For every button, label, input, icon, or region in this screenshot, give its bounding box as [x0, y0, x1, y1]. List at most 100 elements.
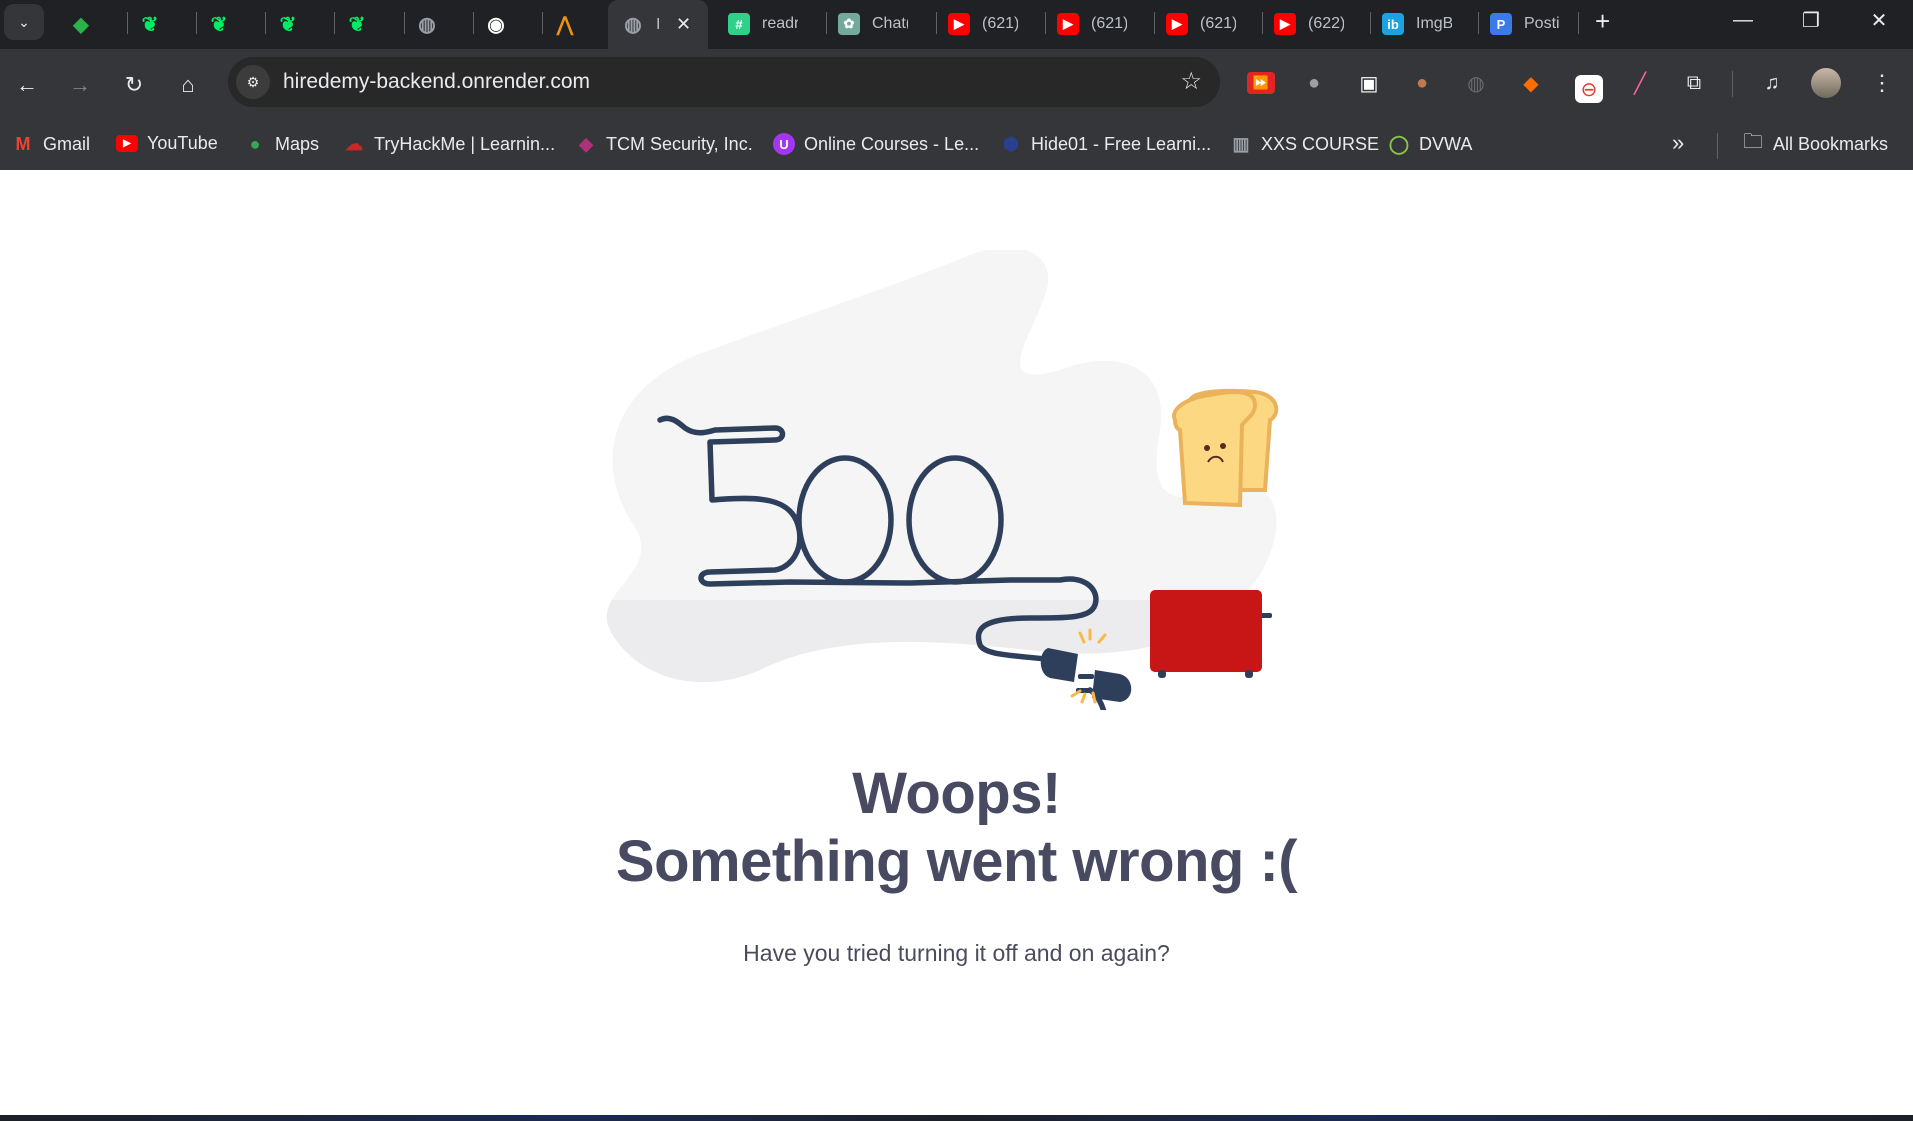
- color-picker-extension-button[interactable]: ╱: [1626, 69, 1654, 97]
- hide01-icon: ⬢: [1003, 133, 1019, 154]
- tab-separator: [1262, 12, 1263, 34]
- tab-separator: [1578, 12, 1579, 34]
- browser-tab[interactable]: ▶ (622): [1274, 4, 1344, 44]
- tab-close-icon[interactable]: ✕: [676, 14, 691, 35]
- tab-title: (621): [1200, 15, 1236, 32]
- bookmark-item[interactable]: ⬢ Hide01 - Free Learni...: [1000, 133, 1211, 155]
- site-info-button[interactable]: ⚙: [236, 65, 270, 99]
- browser-tab[interactable]: ▶ (621): [1057, 4, 1127, 44]
- headline-line-1: Woops!: [852, 761, 1061, 826]
- window-close-button[interactable]: ✕: [1849, 0, 1909, 40]
- storefront-icon: ▥: [1232, 133, 1250, 154]
- youtube-icon: ▶: [1274, 13, 1296, 35]
- tab-separator: [1370, 12, 1371, 34]
- idea-extension-icon: ◍: [1467, 72, 1485, 95]
- music-queue-icon: ♫: [1764, 71, 1780, 94]
- headline-line-2: Something went wrong :(: [615, 829, 1298, 894]
- browser-tab[interactable]: ▶ (621): [1166, 4, 1236, 44]
- mongodb-leaf-icon: ❦: [348, 13, 366, 36]
- adblock-extension-button[interactable]: ⊖: [1575, 75, 1603, 103]
- tab-separator: [265, 12, 266, 34]
- tab-separator: [1154, 12, 1155, 34]
- bookmark-label: DVWA: [1419, 133, 1473, 154]
- picture-in-picture-icon: ▣: [1359, 72, 1379, 95]
- browser-tab[interactable]: ◆: [70, 4, 92, 44]
- bug-extension-button[interactable]: ●: [1300, 69, 1328, 97]
- picture-in-picture-extension-button[interactable]: ▣: [1355, 69, 1383, 97]
- hash-icon: #: [728, 13, 750, 35]
- browser-tab[interactable]: ❦: [277, 4, 299, 44]
- tcm-security-icon: ◆: [579, 133, 593, 154]
- error-page: Woops! Something went wrong :( Have you …: [0, 170, 1913, 1115]
- minimize-icon: —: [1733, 8, 1753, 31]
- browser-tab[interactable]: ❦: [346, 4, 368, 44]
- kebab-menu-icon: ⋮: [1871, 70, 1893, 95]
- tab-separator: [196, 12, 197, 34]
- reload-button[interactable]: ↻: [116, 67, 152, 103]
- profile-avatar[interactable]: [1811, 68, 1841, 98]
- bookmark-item[interactable]: ☁ TryHackMe | Learnin...: [343, 133, 555, 155]
- new-tab-button[interactable]: +: [1595, 6, 1610, 37]
- tab-active[interactable]: ◍ I ✕: [608, 0, 708, 49]
- video-speed-icon: ⏩: [1252, 75, 1270, 90]
- idea-extension-extension-button[interactable]: ◍: [1462, 69, 1490, 97]
- restore-button[interactable]: ❐: [1781, 0, 1841, 40]
- bookmark-item[interactable]: ▥ XXS COURSE: [1230, 133, 1379, 155]
- youtube-icon: ▶: [1057, 13, 1079, 35]
- bookmark-item[interactable]: U Online Courses - Le...: [773, 133, 979, 155]
- forward-button[interactable]: →: [62, 67, 98, 103]
- browser-tab[interactable]: # readr: [728, 4, 798, 44]
- cookie-icon: ●: [1415, 71, 1429, 94]
- cookie-extension-button[interactable]: ●: [1408, 69, 1436, 97]
- tab-title: Posti: [1524, 15, 1560, 32]
- extensions-puzzle-extension-button[interactable]: ⧉: [1680, 69, 1708, 97]
- media-controls-button[interactable]: ♫: [1758, 69, 1786, 97]
- bookmark-label: Online Courses - Le...: [804, 133, 980, 154]
- tab-separator: [542, 12, 543, 34]
- bookmark-label: TCM Security, Inc.: [606, 133, 753, 154]
- bookmarks-overflow-button[interactable]: »: [1672, 130, 1684, 156]
- browser-tab[interactable]: P Posti: [1490, 4, 1560, 44]
- bookmark-item[interactable]: ◯ DVWA: [1388, 133, 1472, 155]
- tab-search-button[interactable]: ⌄: [4, 4, 44, 40]
- browser-tab[interactable]: ❦: [208, 4, 230, 44]
- browser-tab[interactable]: ib ImgB: [1382, 4, 1452, 44]
- tab-separator: [1045, 12, 1046, 34]
- browser-tab[interactable]: ▶ (621): [948, 4, 1018, 44]
- postimages-icon: P: [1490, 13, 1512, 35]
- browser-tab[interactable]: ✿ Chat(: [838, 4, 908, 44]
- toast-eye: [1204, 445, 1210, 451]
- browser-menu-button[interactable]: ⋮: [1868, 69, 1896, 97]
- browser-tab[interactable]: ❦: [139, 4, 161, 44]
- generic-site-icon: ◉: [487, 13, 505, 36]
- browser-tab[interactable]: ⋀: [554, 4, 576, 44]
- bookmark-item[interactable]: ▶ YouTube: [116, 133, 218, 154]
- star-icon: ☆: [1180, 68, 1202, 95]
- browser-tab[interactable]: ◍: [416, 4, 438, 44]
- bookmark-item[interactable]: ◆ TCM Security, Inc.: [575, 133, 753, 155]
- address-bar[interactable]: ⚙ hiredemy-backend.onrender.com ☆: [228, 57, 1220, 107]
- tab-separator: [127, 12, 128, 34]
- bookmark-item[interactable]: M Gmail: [12, 133, 91, 155]
- double-chevron-right-icon: »: [1672, 130, 1685, 155]
- all-bookmarks-label: All Bookmarks: [1773, 133, 1889, 154]
- all-bookmarks-button[interactable]: 🗀 All Bookmarks: [1742, 131, 1889, 155]
- maps-pin-icon: ●: [249, 133, 261, 154]
- bookmark-label: XXS COURSE: [1261, 133, 1380, 154]
- tab-title: ImgB: [1416, 15, 1452, 32]
- bookmark-star-button[interactable]: ☆: [1180, 67, 1202, 96]
- url-text[interactable]: hiredemy-backend.onrender.com: [283, 70, 590, 94]
- arrow-left-icon: ←: [16, 72, 38, 97]
- toolbar-divider: [1732, 71, 1733, 97]
- tab-separator: [936, 12, 937, 34]
- tune-icon: ⚙: [246, 73, 260, 90]
- minimize-button[interactable]: —: [1713, 0, 1773, 40]
- chatgpt-icon: ✿: [838, 13, 860, 35]
- megaphone-extension-button[interactable]: ◆: [1517, 69, 1545, 97]
- dvwa-icon: ◯: [1388, 133, 1410, 154]
- video-speed-extension-button[interactable]: ⏩: [1247, 72, 1275, 94]
- bookmark-item[interactable]: ● Maps: [244, 133, 319, 155]
- home-button[interactable]: ⌂: [170, 67, 206, 103]
- browser-tab[interactable]: ◉: [485, 4, 507, 44]
- back-button[interactable]: ←: [9, 67, 45, 103]
